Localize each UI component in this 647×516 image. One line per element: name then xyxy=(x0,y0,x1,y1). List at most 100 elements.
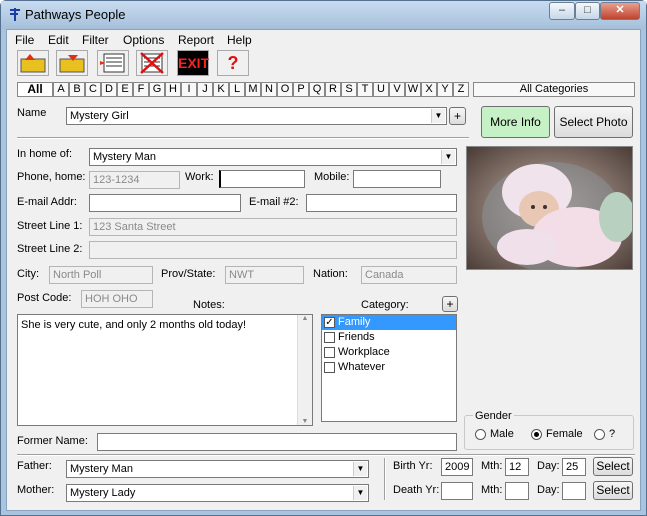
tab-letter-f[interactable]: F xyxy=(133,82,149,97)
category-item[interactable]: Friends xyxy=(322,330,456,345)
category-list: ✓ Family Friends Workplace Whatever xyxy=(321,314,457,422)
exit-button[interactable]: EXIT xyxy=(177,50,209,76)
app-icon xyxy=(10,8,20,21)
street1-field[interactable]: 123 Santa Street xyxy=(89,218,457,236)
menu-filter[interactable]: Filter xyxy=(78,31,113,49)
chevron-down-icon[interactable]: ▼ xyxy=(441,150,455,164)
radio-selected-icon xyxy=(531,428,542,440)
tab-letter-d[interactable]: D xyxy=(101,82,117,97)
birth-day-field[interactable]: 25 xyxy=(562,458,586,476)
gender-unknown-radio[interactable]: ? xyxy=(594,428,615,440)
tab-all[interactable]: All xyxy=(17,82,53,97)
tab-letter-p[interactable]: P xyxy=(293,82,309,97)
tab-letter-t[interactable]: T xyxy=(357,82,373,97)
gender-female-radio[interactable]: Female xyxy=(531,428,583,440)
tab-letter-a[interactable]: A xyxy=(53,82,69,97)
name-select[interactable]: Mystery Girl ▼ xyxy=(66,107,447,125)
menu-report[interactable]: Report xyxy=(174,31,218,49)
add-category-button[interactable]: + xyxy=(442,296,458,312)
death-yr-label: Death Yr: xyxy=(393,484,440,496)
menu-edit[interactable]: Edit xyxy=(44,31,73,49)
tab-letter-v[interactable]: V xyxy=(389,82,405,97)
tab-letter-j[interactable]: J xyxy=(197,82,213,97)
minimize-button[interactable]: – xyxy=(549,2,575,20)
chevron-down-icon[interactable]: ▼ xyxy=(353,462,367,476)
birth-mth-field[interactable]: 12 xyxy=(505,458,529,476)
street2-field[interactable] xyxy=(89,241,457,259)
death-mth-field[interactable] xyxy=(505,482,529,500)
checkbox-checked-icon[interactable]: ✓ xyxy=(324,316,335,328)
tab-letter-i[interactable]: I xyxy=(181,82,197,97)
tab-letter-g[interactable]: G xyxy=(149,82,165,97)
category-item[interactable]: Workplace xyxy=(322,345,456,360)
delete-button[interactable] xyxy=(136,50,168,76)
gender-label: Gender xyxy=(473,410,514,422)
death-yr-field[interactable] xyxy=(441,482,473,500)
tab-letter-q[interactable]: Q xyxy=(309,82,325,97)
death-select-button[interactable]: Select xyxy=(593,481,633,500)
select-photo-button[interactable]: Select Photo xyxy=(554,106,633,138)
death-day-label: Day: xyxy=(537,484,560,496)
tab-letter-w[interactable]: W xyxy=(405,82,421,97)
help-button[interactable]: ? xyxy=(217,50,249,76)
category-item[interactable]: Whatever xyxy=(322,360,456,375)
tab-letter-h[interactable]: H xyxy=(165,82,181,97)
checkbox-icon[interactable] xyxy=(324,361,335,373)
chevron-down-icon[interactable]: ▼ xyxy=(353,486,367,500)
tab-letter-e[interactable]: E xyxy=(117,82,133,97)
menu-help[interactable]: Help xyxy=(223,31,256,49)
tab-letter-x[interactable]: X xyxy=(421,82,437,97)
female-label: Female xyxy=(546,428,583,440)
prov-field[interactable]: NWT xyxy=(225,266,304,284)
tab-letter-m[interactable]: M xyxy=(245,82,261,97)
all-categories-button[interactable]: All Categories xyxy=(473,82,635,97)
birth-yr-field[interactable]: 2009 xyxy=(441,458,473,476)
in-home-select[interactable]: Mystery Man ▼ xyxy=(89,148,457,166)
chevron-down-icon[interactable]: ▼ xyxy=(431,109,445,123)
phone-home-field[interactable]: 123-1234 xyxy=(89,171,180,189)
tab-letter-u[interactable]: U xyxy=(373,82,389,97)
notes-scrollbar[interactable]: ▲ ▼ xyxy=(297,315,312,425)
father-select[interactable]: Mystery Man ▼ xyxy=(66,460,369,478)
city-field[interactable]: North Poll xyxy=(49,266,153,284)
tab-letter-z[interactable]: Z xyxy=(453,82,469,97)
tab-letter-k[interactable]: K xyxy=(213,82,229,97)
work-phone-field[interactable] xyxy=(219,170,305,188)
gender-male-radio[interactable]: Male xyxy=(475,428,514,440)
checkbox-icon[interactable] xyxy=(324,331,335,343)
open-folder-button[interactable] xyxy=(17,50,49,76)
save-folder-button[interactable] xyxy=(56,50,88,76)
tab-letter-b[interactable]: B xyxy=(69,82,85,97)
tab-letter-y[interactable]: Y xyxy=(437,82,453,97)
scroll-up-icon[interactable]: ▲ xyxy=(298,315,312,322)
tab-letter-s[interactable]: S xyxy=(341,82,357,97)
tab-letter-l[interactable]: L xyxy=(229,82,245,97)
tab-letter-o[interactable]: O xyxy=(277,82,293,97)
mobile-field[interactable] xyxy=(353,170,441,188)
tab-letter-n[interactable]: N xyxy=(261,82,277,97)
nation-field[interactable]: Canada xyxy=(361,266,457,284)
more-info-button[interactable]: More Info xyxy=(481,106,550,138)
email2-label: E-mail #2: xyxy=(249,196,299,208)
notes-textarea[interactable]: She is very cute, and only 2 months old … xyxy=(17,314,313,426)
menu-options[interactable]: Options xyxy=(119,31,168,49)
close-button[interactable]: ✕ xyxy=(600,2,640,20)
birth-select-button[interactable]: Select xyxy=(593,457,633,476)
add-name-button[interactable]: + xyxy=(449,107,466,125)
mother-select[interactable]: Mystery Lady ▼ xyxy=(66,484,369,502)
title-bar[interactable]: Pathways People – □ ✕ xyxy=(1,1,646,29)
menu-file[interactable]: File xyxy=(11,31,38,49)
email-field[interactable] xyxy=(89,194,241,212)
tab-letter-c[interactable]: C xyxy=(85,82,101,97)
death-day-field[interactable] xyxy=(562,482,586,500)
former-name-field[interactable] xyxy=(97,433,457,451)
checkbox-icon[interactable] xyxy=(324,346,335,358)
tab-letter-r[interactable]: R xyxy=(325,82,341,97)
list-button[interactable] xyxy=(97,50,129,76)
email2-field[interactable] xyxy=(306,194,457,212)
category-item[interactable]: ✓ Family xyxy=(322,315,456,330)
post-code-field[interactable]: HOH OHO xyxy=(81,290,153,308)
maximize-button[interactable]: □ xyxy=(575,2,600,20)
nation-label: Nation: xyxy=(313,268,348,280)
scroll-down-icon[interactable]: ▼ xyxy=(298,418,312,425)
